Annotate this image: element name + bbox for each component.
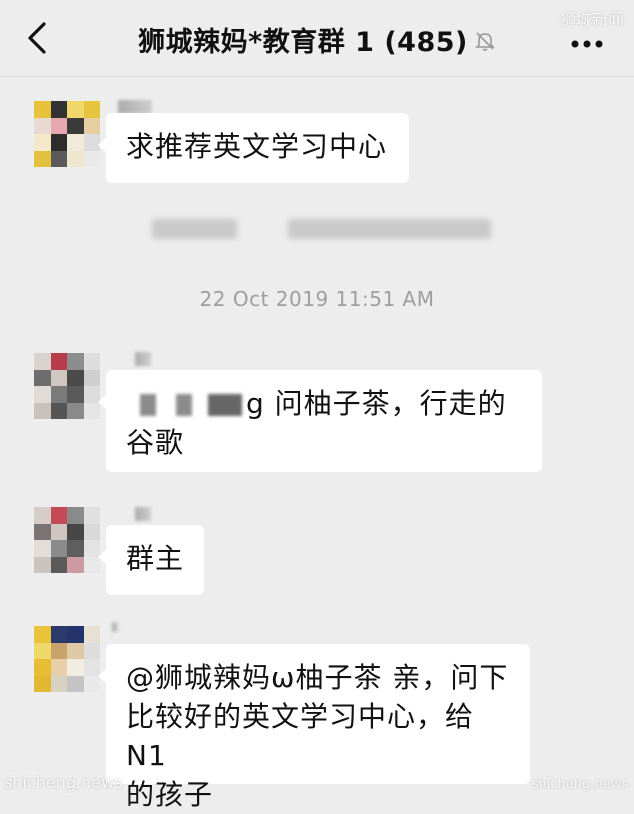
sender-nickname	[112, 622, 118, 632]
message-text: 求推荐英文学习中心	[126, 130, 388, 163]
message-line: @狮城辣妈ω柚子茶 亲，问下	[126, 661, 509, 694]
avatar[interactable]	[34, 626, 100, 692]
sender-nickname	[135, 352, 151, 366]
message-line: 比较好的英文学习中心，给N1	[126, 700, 475, 772]
redacted-mosaic	[208, 394, 242, 416]
message-timestamp: 22 Oct 2019 11:51 AM	[199, 287, 435, 311]
avatar[interactable]	[34, 353, 100, 419]
chat-title: 狮城辣妈*教育群 1 (485)	[138, 27, 468, 58]
avatar[interactable]	[34, 507, 100, 573]
message-text: g 问柚子茶，行走的	[246, 387, 507, 420]
blurred-system-text	[152, 219, 237, 239]
message-bubble[interactable]: 群主	[98, 525, 204, 595]
message-bubble[interactable]: 求推荐英文学习中心	[98, 113, 409, 183]
avatar[interactable]	[34, 101, 100, 167]
sender-nickname	[118, 100, 152, 114]
bell-off-icon	[474, 28, 496, 59]
watermark-bottom-right: shicheng.news	[531, 777, 628, 792]
message-line: g 问柚子茶，行走的	[126, 384, 522, 423]
message-line: 谷歌	[126, 426, 185, 459]
message-line: 的孩子	[126, 778, 214, 811]
more-dots-icon	[571, 40, 603, 48]
chat-header: 狮城辣妈*教育群 1 (485)	[0, 0, 634, 77]
redacted-mosaic	[176, 394, 192, 416]
message-text: 群主	[126, 542, 185, 575]
message-bubble[interactable]: g 问柚子茶，行走的 谷歌	[98, 370, 542, 472]
watermark-top: 狮城新闻	[559, 10, 624, 29]
chat-title-container: 狮城辣妈*教育群 1 (485)	[0, 20, 634, 59]
watermark-bottom-left: shicheng.news	[4, 773, 123, 792]
message-bubble[interactable]: @狮城辣妈ω柚子茶 亲，问下 比较好的英文学习中心，给N1 的孩子	[98, 644, 530, 811]
sender-nickname	[135, 507, 151, 521]
more-button[interactable]	[570, 34, 604, 48]
redacted-mosaic	[140, 394, 156, 416]
blurred-system-text	[288, 219, 491, 239]
